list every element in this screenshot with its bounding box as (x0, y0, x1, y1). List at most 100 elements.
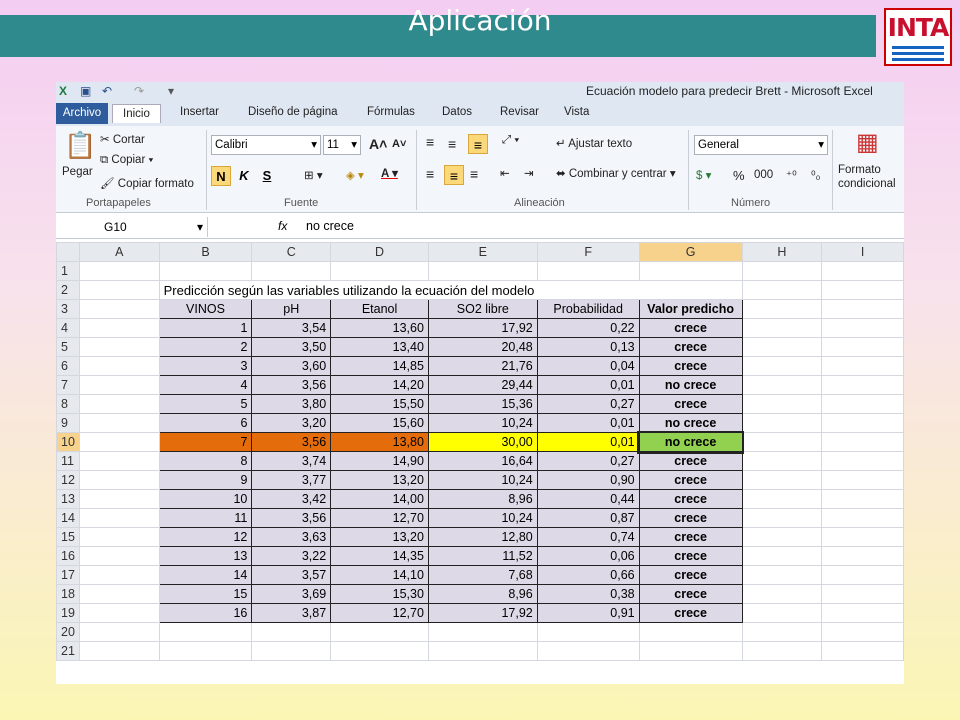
cell[interactable] (78, 527, 160, 547)
data-cell[interactable]: 0,44 (536, 489, 640, 509)
data-cell[interactable]: 21,76 (427, 356, 538, 376)
cell[interactable] (427, 261, 538, 281)
cell[interactable] (78, 546, 160, 566)
tab-vista[interactable]: Vista (564, 106, 589, 118)
column-header[interactable]: D (330, 242, 429, 262)
align-center-icon[interactable]: ≡ (444, 165, 464, 185)
cell[interactable] (78, 318, 160, 338)
data-cell[interactable]: 13,80 (330, 432, 429, 452)
cell[interactable] (78, 565, 160, 585)
row-header[interactable]: 1 (56, 261, 80, 281)
column-header-selected[interactable]: G (638, 242, 743, 262)
cell[interactable] (78, 470, 160, 490)
cell[interactable] (78, 622, 160, 642)
data-cell[interactable]: 29,44 (427, 375, 538, 395)
data-cell[interactable]: 3,54 (251, 318, 332, 338)
data-cell[interactable]: 0,91 (536, 603, 640, 623)
cell[interactable] (638, 261, 743, 281)
cell[interactable] (741, 489, 823, 509)
save-icon[interactable]: ▣ (80, 84, 91, 98)
row-header[interactable]: 2 (56, 280, 80, 300)
cell[interactable] (741, 508, 823, 528)
data-cell[interactable]: 3,22 (251, 546, 332, 566)
cell[interactable] (78, 280, 160, 300)
data-cell[interactable]: 3,74 (251, 451, 332, 471)
cell[interactable] (821, 375, 904, 395)
cell[interactable] (638, 622, 743, 642)
prediction-cell[interactable]: crece (638, 318, 743, 338)
fill-color-icon[interactable]: ◈ ▾ (346, 168, 364, 182)
cell[interactable] (78, 641, 160, 661)
italic-button[interactable]: K (234, 166, 254, 186)
data-cell[interactable]: 12,70 (330, 508, 429, 528)
data-cell[interactable]: 3,56 (251, 432, 332, 452)
cell[interactable] (251, 641, 332, 661)
data-cell[interactable]: 5 (158, 394, 253, 414)
data-cell[interactable]: 11,52 (427, 546, 538, 566)
data-cell[interactable]: 10 (158, 489, 253, 509)
prediction-cell[interactable]: crece (638, 470, 743, 490)
data-cell[interactable]: 0,66 (536, 565, 640, 585)
cell[interactable] (78, 375, 160, 395)
data-cell[interactable]: 7 (158, 432, 253, 452)
data-cell[interactable]: 13,20 (330, 527, 429, 547)
cell[interactable] (78, 432, 160, 452)
row-header[interactable]: 10 (56, 432, 80, 452)
data-cell[interactable]: 3,87 (251, 603, 332, 623)
align-top-icon[interactable]: ≡ (426, 134, 434, 150)
row-header[interactable]: 15 (56, 527, 80, 547)
percent-button[interactable]: % (733, 168, 745, 183)
data-cell[interactable]: 3,50 (251, 337, 332, 357)
cell[interactable] (821, 413, 904, 433)
data-cell[interactable]: 14,20 (330, 375, 429, 395)
data-cell[interactable]: 3,80 (251, 394, 332, 414)
data-cell[interactable]: 12,80 (427, 527, 538, 547)
cell[interactable] (741, 432, 823, 452)
row-header[interactable]: 19 (56, 603, 80, 623)
row-header[interactable]: 8 (56, 394, 80, 414)
column-header[interactable]: H (741, 242, 823, 262)
cell[interactable] (741, 641, 823, 661)
row-header[interactable]: 20 (56, 622, 80, 642)
cell[interactable] (741, 299, 823, 319)
data-cell[interactable]: 3,42 (251, 489, 332, 509)
prediction-cell[interactable]: crece (638, 451, 743, 471)
prediction-cell[interactable]: crece (638, 489, 743, 509)
data-cell[interactable]: 0,01 (536, 432, 640, 452)
data-cell[interactable]: 10,24 (427, 470, 538, 490)
column-header[interactable]: A (78, 242, 160, 262)
row-header[interactable]: 21 (56, 641, 80, 661)
cell[interactable] (78, 299, 160, 319)
currency-icon[interactable]: $ ▾ (696, 168, 711, 182)
row-header[interactable]: 11 (56, 451, 80, 471)
cell[interactable] (821, 622, 904, 642)
data-cell[interactable]: 13,40 (330, 337, 429, 357)
column-header[interactable]: C (251, 242, 332, 262)
number-format-select[interactable]: General ▾ (694, 135, 828, 155)
table-header-cell[interactable]: Etanol (330, 299, 429, 319)
data-cell[interactable]: 13,60 (330, 318, 429, 338)
column-header[interactable]: B (158, 242, 253, 262)
data-cell[interactable]: 3,56 (251, 508, 332, 528)
cell[interactable] (821, 299, 904, 319)
prediction-cell[interactable]: no crece (638, 375, 743, 395)
cell[interactable] (741, 394, 823, 414)
cell[interactable] (78, 603, 160, 623)
tab-inicio[interactable]: Inicio (112, 104, 161, 123)
cell[interactable] (741, 527, 823, 547)
cell[interactable] (536, 622, 640, 642)
data-cell[interactable]: 15,36 (427, 394, 538, 414)
prediction-cell[interactable]: crece (638, 337, 743, 357)
row-header[interactable]: 16 (56, 546, 80, 566)
row-header[interactable]: 18 (56, 584, 80, 604)
align-bottom-icon[interactable]: ≡ (468, 134, 488, 154)
data-cell[interactable]: 0,87 (536, 508, 640, 528)
grow-font-button[interactable]: A˄ (369, 136, 387, 152)
cell[interactable] (821, 565, 904, 585)
data-cell[interactable]: 13,20 (330, 470, 429, 490)
merge-center-button[interactable]: ⬌ Combinar y centrar ▾ (556, 166, 676, 180)
data-cell[interactable]: 14,10 (330, 565, 429, 585)
data-cell[interactable]: 6 (158, 413, 253, 433)
cell[interactable] (330, 641, 429, 661)
data-cell[interactable]: 30,00 (427, 432, 538, 452)
